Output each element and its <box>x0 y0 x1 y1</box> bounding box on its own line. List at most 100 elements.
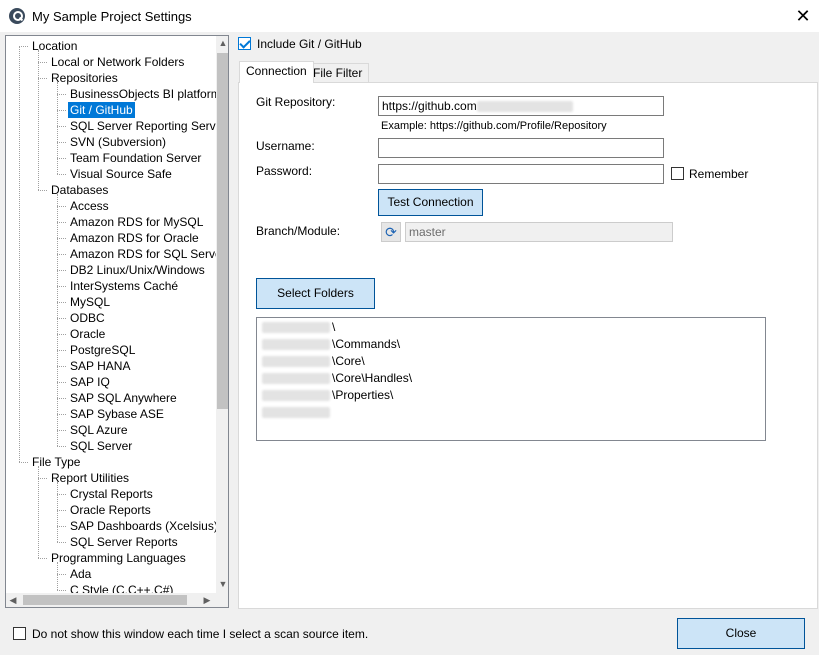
include-git-label[interactable]: Include Git / GitHub <box>257 37 362 51</box>
tree-item-visual-source-safe[interactable]: Visual Source Safe <box>68 166 174 182</box>
tree-item-sql-server-reporting-service[interactable]: SQL Server Reporting Service <box>68 118 228 134</box>
select-folders-button[interactable]: Select Folders <box>256 278 375 309</box>
tree-item-sap-hana[interactable]: SAP HANA <box>68 358 132 374</box>
list-item[interactable]: \ <box>262 319 335 336</box>
redacted-text <box>262 390 330 402</box>
tree-connector-line <box>57 82 58 174</box>
scroll-right-icon[interactable]: ▶ <box>200 593 214 607</box>
tree-item-team-foundation-server[interactable]: Team Foundation Server <box>68 150 203 166</box>
tree-connector-line <box>57 302 66 303</box>
tree-connector-line <box>57 510 66 511</box>
list-item[interactable]: \Core\Handles\ <box>262 370 412 387</box>
tree-item-sql-server-reports[interactable]: SQL Server Reports <box>68 534 180 550</box>
tree-connector-line <box>38 478 47 479</box>
tree-connector-line <box>57 562 58 590</box>
tree-item-programming-languages[interactable]: Programming Languages <box>49 550 188 566</box>
tree-item-report-utilities[interactable]: Report Utilities <box>49 470 131 486</box>
tree-item-svn-subversion[interactable]: SVN (Subversion) <box>68 134 168 150</box>
dont-show-checkbox[interactable] <box>13 627 26 640</box>
git-repository-label: Git Repository: <box>256 95 336 109</box>
tree-connector-line <box>38 50 39 190</box>
git-repository-value: https://github.com <box>382 99 477 113</box>
remember-label[interactable]: Remember <box>689 167 748 181</box>
folder-path: \Core\ <box>332 354 365 368</box>
scroll-down-icon[interactable]: ▼ <box>216 577 228 591</box>
git-repository-input[interactable]: https://github.com <box>378 96 664 116</box>
tree-connector-line <box>57 254 66 255</box>
tree-connector-line <box>19 46 28 47</box>
tab-connection[interactable]: Connection <box>239 61 314 83</box>
tree-horizontal-scrollbar[interactable]: ◀ ▶ <box>6 593 216 607</box>
tree-item-sql-server[interactable]: SQL Server <box>68 438 134 454</box>
scroll-left-icon[interactable]: ◀ <box>6 593 20 607</box>
tree-item-amazon-rds-for-mysql[interactable]: Amazon RDS for MySQL <box>68 214 205 230</box>
remember-checkbox[interactable] <box>671 167 684 180</box>
password-label: Password: <box>256 164 313 178</box>
tree-connector-line <box>38 190 47 191</box>
tree-connector-line <box>57 414 66 415</box>
tree-connector-line <box>57 334 66 335</box>
tree-connector-line <box>57 126 66 127</box>
username-label: Username: <box>256 139 315 153</box>
tree-item-intersystems-cach[interactable]: InterSystems Caché <box>68 278 180 294</box>
tree-vertical-scroll-thumb[interactable] <box>217 53 228 409</box>
tree-item-sap-dashboards-xcelsius[interactable]: SAP Dashboards (Xcelsius) <box>68 518 220 534</box>
tree-connector-line <box>57 94 66 95</box>
refresh-icon[interactable]: ⟳ <box>381 222 401 242</box>
tree-connector-line <box>57 174 66 175</box>
tree-item-oracle-reports[interactable]: Oracle Reports <box>68 502 153 518</box>
tree-item-amazon-rds-for-sql-server[interactable]: Amazon RDS for SQL Server <box>68 246 228 262</box>
scroll-up-icon[interactable]: ▲ <box>216 36 228 50</box>
tree-item-businessobjects-bi-platform-4[interactable]: BusinessObjects BI platform 4 <box>68 86 228 102</box>
tree-item-oracle[interactable]: Oracle <box>68 326 107 342</box>
tab-file-filter[interactable]: File Filter <box>306 63 370 83</box>
title-bar: My Sample Project Settings ✕ <box>0 0 819 32</box>
password-input[interactable] <box>378 164 664 184</box>
tree-item-crystal-reports[interactable]: Crystal Reports <box>68 486 155 502</box>
tree-item-sap-sql-anywhere[interactable]: SAP SQL Anywhere <box>68 390 179 406</box>
tree-item-amazon-rds-for-oracle[interactable]: Amazon RDS for Oracle <box>68 230 201 246</box>
tree-item-ada[interactable]: Ada <box>68 566 93 582</box>
tree-item-postgresql[interactable]: PostgreSQL <box>68 342 137 358</box>
tree-item-odbc[interactable]: ODBC <box>68 310 107 326</box>
folder-path: \ <box>332 320 336 334</box>
folder-path: \Properties\ <box>332 388 394 402</box>
tree-connector-line <box>57 194 58 446</box>
tree-item-mysql[interactable]: MySQL <box>68 294 112 310</box>
window-title: My Sample Project Settings <box>32 9 192 24</box>
tree-item-sap-iq[interactable]: SAP IQ <box>68 374 112 390</box>
tree-connector-line <box>38 466 39 558</box>
tree-item-sap-sybase-ase[interactable]: SAP Sybase ASE <box>68 406 166 422</box>
tree-item-access[interactable]: Access <box>68 198 111 214</box>
tree-connector-line <box>57 270 66 271</box>
tree-item-databases[interactable]: Databases <box>49 182 110 198</box>
tree-item-git-github[interactable]: Git / GitHub <box>68 102 135 118</box>
list-item[interactable]: \Core\ <box>262 353 365 370</box>
tree-vertical-scrollbar[interactable]: ▲ ▼ <box>216 36 228 593</box>
tree-connector-line <box>57 382 66 383</box>
tree-connector-line <box>57 574 66 575</box>
close-icon[interactable]: ✕ <box>788 2 818 30</box>
tree-connector-line <box>38 78 47 79</box>
dont-show-label[interactable]: Do not show this window each time I sele… <box>32 627 368 641</box>
tree-connector-line <box>57 526 66 527</box>
username-input[interactable] <box>378 138 664 158</box>
redacted-text <box>476 101 573 113</box>
tree-horizontal-scroll-thumb[interactable] <box>23 595 187 605</box>
branch-module-input[interactable]: master <box>405 222 673 242</box>
tree-item-repositories[interactable]: Repositories <box>49 70 120 86</box>
tree-item-db2-linux-unix-windows[interactable]: DB2 Linux/Unix/Windows <box>68 262 207 278</box>
tree-connector-line <box>57 542 66 543</box>
tree-item-local-or-network-folders[interactable]: Local or Network Folders <box>49 54 186 70</box>
list-item[interactable]: \Properties\ <box>262 387 393 404</box>
close-button[interactable]: Close <box>677 618 805 649</box>
tree-connector-line <box>57 482 58 542</box>
include-git-checkbox[interactable] <box>238 37 251 50</box>
app-logo-icon <box>9 8 25 24</box>
tree-item-sql-azure[interactable]: SQL Azure <box>68 422 130 438</box>
folders-list[interactable]: \ \Commands\ \Core\ \Core\Handles\ \Prop… <box>256 317 766 441</box>
test-connection-button[interactable]: Test Connection <box>378 189 483 216</box>
source-tree[interactable]: Location Local or Network Folders Reposito… <box>5 35 229 608</box>
list-item <box>262 404 332 421</box>
list-item[interactable]: \Commands\ <box>262 336 400 353</box>
